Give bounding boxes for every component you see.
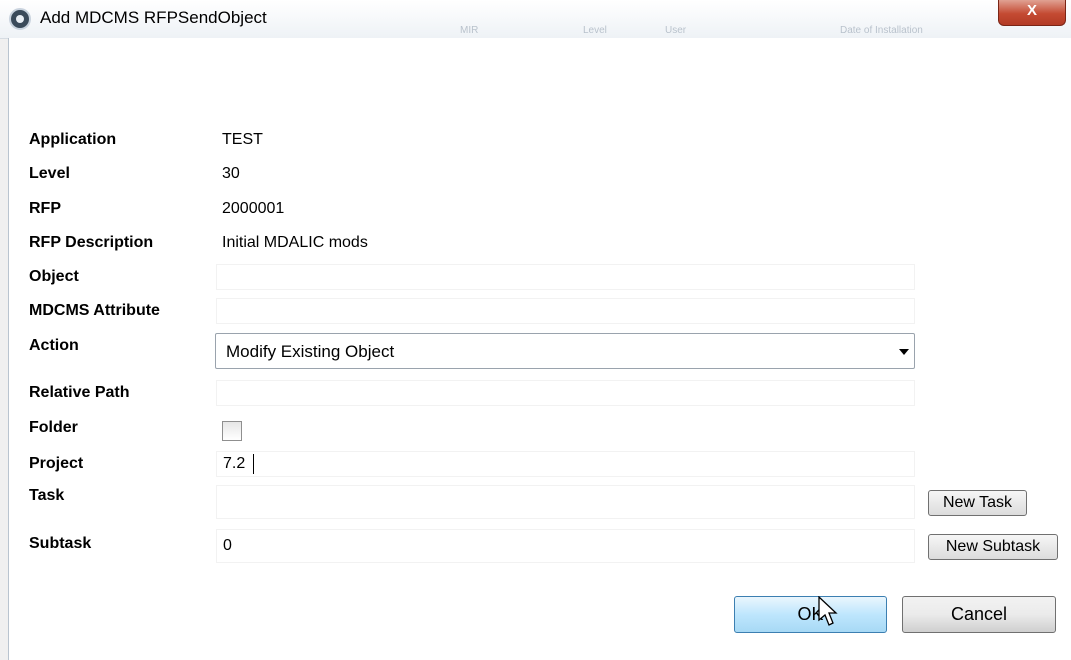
subtask-input[interactable] <box>216 529 915 563</box>
project-input[interactable] <box>216 451 915 477</box>
action-label: Action <box>29 337 79 354</box>
cancel-button[interactable]: Cancel <box>902 596 1056 633</box>
subtask-label: Subtask <box>29 535 92 552</box>
new-task-button[interactable]: New Task <box>928 490 1027 516</box>
application-value: TEST <box>222 131 263 148</box>
folder-checkbox[interactable] <box>222 421 242 441</box>
dialog-content: Application TEST Level 30 RFP 2000001 RF… <box>8 38 1071 660</box>
dropdown-arrow-icon <box>899 349 909 355</box>
app-icon <box>9 8 31 30</box>
level-label: Level <box>29 165 70 182</box>
action-select[interactable]: Modify Existing Object <box>215 333 915 369</box>
relative-path-label: Relative Path <box>29 384 130 401</box>
background-header-text: MIR <box>460 25 479 36</box>
window-title: Add MDCMS RFPSendObject <box>40 8 267 27</box>
new-subtask-button[interactable]: New Subtask <box>928 534 1058 560</box>
object-input[interactable] <box>216 264 915 290</box>
ok-button[interactable]: OK <box>734 596 887 633</box>
folder-label: Folder <box>29 419 78 436</box>
action-selected-value: Modify Existing Object <box>226 342 395 361</box>
application-label: Application <box>29 131 117 148</box>
rfp-value: 2000001 <box>222 200 285 217</box>
mdcms-attribute-label: MDCMS Attribute <box>29 302 160 319</box>
task-input[interactable] <box>216 485 915 519</box>
task-label: Task <box>29 487 65 504</box>
close-icon: X <box>1026 2 1037 19</box>
level-value: 30 <box>222 165 240 182</box>
mdcms-attribute-input[interactable] <box>216 298 915 324</box>
rfp-description-value: Initial MDALIC mods <box>222 234 368 251</box>
rfp-label: RFP <box>29 200 61 217</box>
rfp-description-label: RFP Description <box>29 234 154 251</box>
background-header-text: Date of Installation <box>840 25 923 36</box>
title-bar: Add MDCMS RFPSendObject MIR Level User D… <box>0 0 1071 39</box>
text-caret <box>253 454 254 474</box>
relative-path-input[interactable] <box>216 380 915 406</box>
background-header-text: User <box>665 25 687 36</box>
object-label: Object <box>29 268 79 285</box>
close-button[interactable]: X <box>998 0 1066 26</box>
background-header-text: Level <box>583 25 607 36</box>
mouse-pointer-icon <box>818 596 838 626</box>
project-label: Project <box>29 455 84 472</box>
